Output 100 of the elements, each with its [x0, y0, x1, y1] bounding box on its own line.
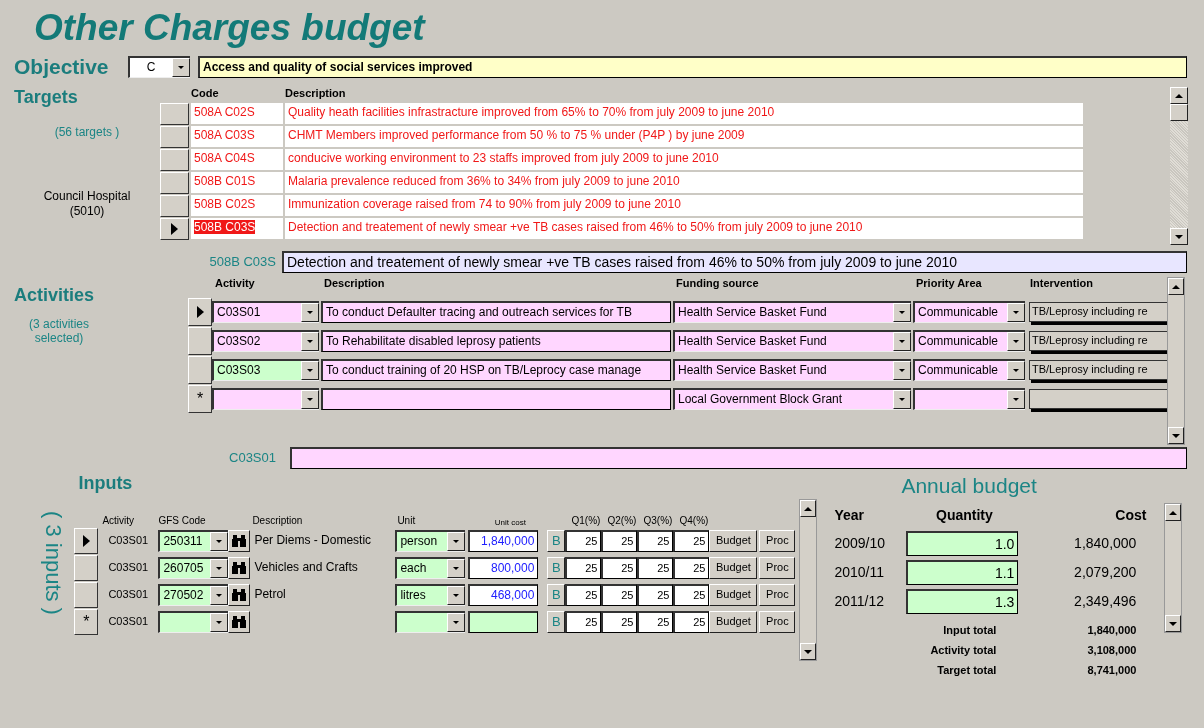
budget-button[interactable]: Budget: [709, 610, 758, 633]
dropdown-button[interactable]: [1007, 302, 1025, 322]
target-detail-field[interactable]: Detection and treatement of newly smear +ve TB cases raised from 46% to 50% from july 2009 to june 2010: [282, 251, 1187, 274]
record-selector[interactable]: [160, 126, 189, 149]
proc-button[interactable]: Proc: [759, 583, 796, 606]
quarter-field[interactable]: 25: [673, 556, 710, 579]
quarter-field[interactable]: 25: [637, 610, 674, 633]
scrollbar[interactable]: [799, 499, 818, 662]
quarter-field[interactable]: 25: [673, 583, 710, 606]
record-selector[interactable]: [74, 527, 99, 554]
gfs-code-combo[interactable]: 260705: [158, 556, 229, 579]
record-selector[interactable]: [188, 326, 212, 355]
quarter-field[interactable]: 25: [565, 610, 602, 633]
description-field[interactable]: To Rehabilitate disabled leprosy patients: [321, 329, 671, 352]
dropdown-button[interactable]: [1007, 389, 1025, 409]
record-selector[interactable]: [188, 355, 212, 384]
dropdown-button[interactable]: [210, 612, 229, 632]
scroll-up-button[interactable]: [1170, 87, 1188, 105]
record-selector[interactable]: [160, 218, 189, 241]
activity-detail-field[interactable]: [290, 447, 1187, 470]
intervention-field[interactable]: [1029, 388, 1168, 409]
funding-combo[interactable]: Health Service Basket Fund: [673, 329, 911, 352]
proc-button[interactable]: Proc: [759, 610, 796, 633]
funding-combo[interactable]: Health Service Basket Fund: [673, 300, 911, 323]
unit-cost-field[interactable]: [468, 610, 539, 633]
objective-combo[interactable]: C: [128, 55, 190, 78]
intervention-field[interactable]: TB/Leprosy including re: [1029, 330, 1168, 351]
quarter-field[interactable]: 25: [565, 556, 602, 579]
record-selector[interactable]: [188, 297, 212, 326]
activity-combo[interactable]: [212, 387, 319, 410]
scroll-up-button[interactable]: [800, 500, 817, 518]
quarter-field[interactable]: 25: [673, 529, 710, 552]
record-selector[interactable]: [160, 149, 189, 172]
activity-combo[interactable]: C03S03: [212, 358, 319, 381]
quarter-field[interactable]: 25: [637, 583, 674, 606]
description-field[interactable]: [321, 387, 671, 410]
scroll-up-button[interactable]: [1165, 504, 1182, 522]
record-selector[interactable]: [74, 554, 99, 581]
activity-combo[interactable]: C03S01: [212, 300, 319, 323]
record-selector[interactable]: [160, 195, 189, 218]
find-button[interactable]: [228, 556, 251, 579]
dropdown-button[interactable]: [210, 531, 229, 551]
quarter-field[interactable]: 25: [601, 610, 638, 633]
quarter-field[interactable]: 25: [637, 529, 674, 552]
dropdown-button[interactable]: [301, 331, 319, 351]
dropdown-button[interactable]: [210, 585, 229, 605]
priority-combo[interactable]: Communicable: [913, 358, 1025, 381]
proc-button[interactable]: Proc: [759, 529, 796, 552]
scroll-down-button[interactable]: [800, 643, 817, 661]
record-selector[interactable]: [160, 103, 189, 126]
dropdown-button[interactable]: [893, 302, 911, 322]
record-selector[interactable]: [160, 172, 189, 195]
budget-button[interactable]: Budget: [709, 583, 758, 606]
funding-combo[interactable]: Health Service Basket Fund: [673, 358, 911, 381]
scrollbar[interactable]: [1167, 277, 1185, 446]
find-button[interactable]: [228, 583, 251, 606]
quarter-field[interactable]: 25: [565, 583, 602, 606]
scroll-thumb[interactable]: [1170, 104, 1188, 122]
record-selector[interactable]: *: [74, 608, 99, 635]
dropdown-button[interactable]: [447, 612, 466, 632]
dropdown-button[interactable]: [301, 389, 319, 409]
dropdown-button[interactable]: [447, 558, 466, 578]
quarter-field[interactable]: 25: [673, 610, 710, 633]
priority-combo[interactable]: [913, 387, 1025, 410]
funding-combo[interactable]: Local Government Block Grant: [673, 387, 911, 410]
record-selector[interactable]: *: [188, 384, 212, 413]
quarter-field[interactable]: 25: [565, 529, 602, 552]
dropdown-button[interactable]: [210, 558, 229, 578]
quantity-field[interactable]: 1.0: [906, 531, 1019, 557]
dropdown-button[interactable]: [447, 531, 466, 551]
description-field[interactable]: To conduct training of 20 HSP on TB/Leprocy case manage: [321, 358, 671, 381]
scroll-down-button[interactable]: [1168, 427, 1184, 445]
budget-button[interactable]: Budget: [709, 556, 758, 579]
unit-combo[interactable]: each: [395, 556, 466, 579]
dropdown-button[interactable]: [893, 331, 911, 351]
activity-combo[interactable]: C03S02: [212, 329, 319, 352]
proc-button[interactable]: Proc: [759, 556, 796, 579]
unit-combo[interactable]: litres: [395, 583, 466, 606]
dropdown-button[interactable]: [172, 57, 190, 77]
gfs-code-combo[interactable]: 250311: [158, 529, 229, 552]
budget-button[interactable]: Budget: [709, 529, 758, 552]
find-button[interactable]: [228, 529, 251, 552]
intervention-field[interactable]: TB/Leprosy including re: [1029, 359, 1168, 380]
dropdown-button[interactable]: [1007, 331, 1025, 351]
quantity-field[interactable]: 1.3: [906, 589, 1019, 615]
dropdown-button[interactable]: [893, 360, 911, 380]
description-field[interactable]: To conduct Defaulter tracing and outreach services for TB: [321, 300, 671, 323]
scroll-down-button[interactable]: [1165, 615, 1182, 633]
unit-combo[interactable]: [395, 610, 466, 633]
unit-cost-field[interactable]: 468,000: [468, 583, 539, 606]
quarter-field[interactable]: 25: [637, 556, 674, 579]
dropdown-button[interactable]: [893, 389, 911, 409]
quarter-field[interactable]: 25: [601, 529, 638, 552]
scrollbar[interactable]: [1164, 503, 1183, 634]
dropdown-button[interactable]: [301, 302, 319, 322]
dropdown-button[interactable]: [301, 360, 319, 380]
objective-field[interactable]: Access and quality of social services improved: [198, 55, 1187, 78]
quarter-field[interactable]: 25: [601, 556, 638, 579]
record-selector[interactable]: [74, 581, 99, 608]
scrollbar[interactable]: [1170, 87, 1188, 246]
